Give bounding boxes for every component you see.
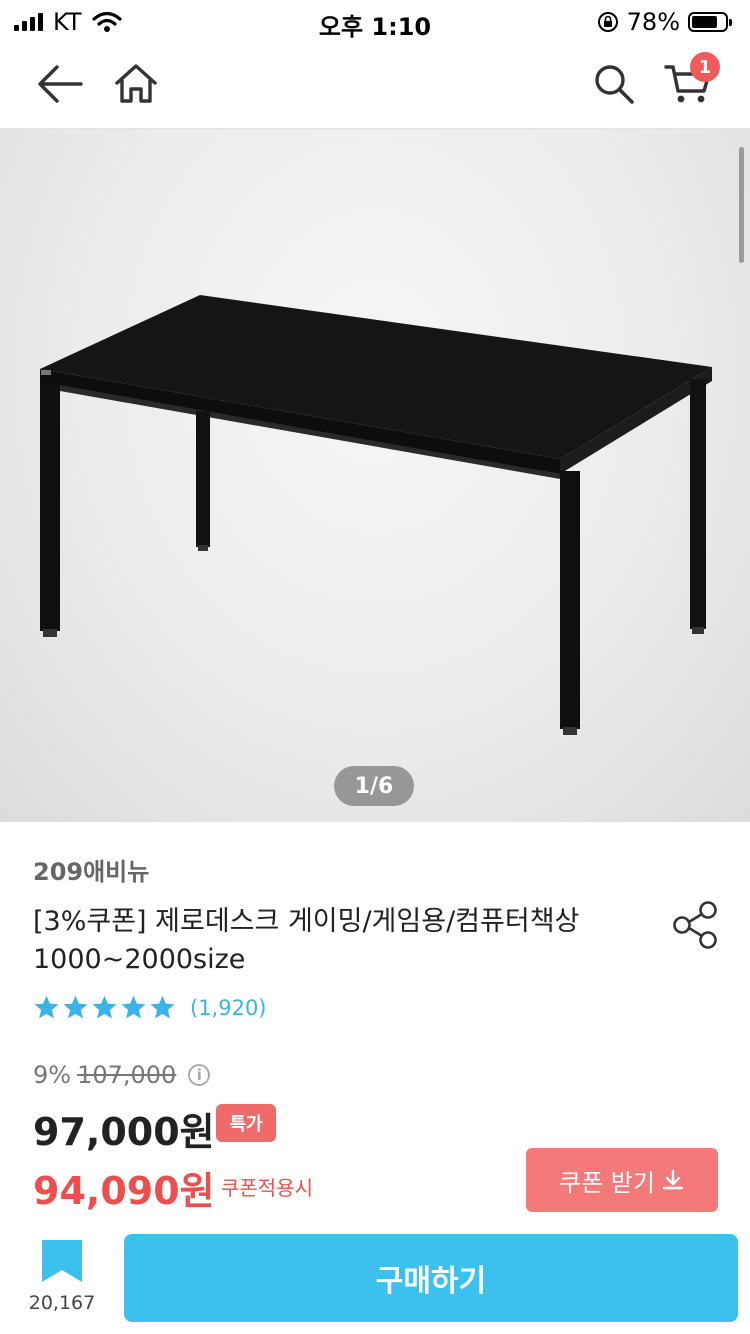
cart-button[interactable]: 1 xyxy=(658,52,720,114)
back-button[interactable] xyxy=(30,54,90,114)
arrow-left-icon xyxy=(38,65,83,103)
search-icon xyxy=(595,65,634,104)
review-count[interactable]: (1,920) xyxy=(190,996,267,1020)
info-icon[interactable]: i xyxy=(188,1064,211,1086)
battery-icon xyxy=(688,12,732,32)
rating-stars xyxy=(33,994,176,1021)
image-pager: 1/6 xyxy=(334,766,414,806)
product-title-line1: [3%쿠폰] 제로데스크 게이밍/게임용/컴퓨터책상 xyxy=(33,906,580,937)
share-button[interactable] xyxy=(672,900,720,950)
star-icon xyxy=(63,995,88,1019)
coupon-price: 94,090원 xyxy=(33,1169,215,1213)
sale-price: 97,000원 xyxy=(33,1110,215,1154)
bookmark-count: 20,167 xyxy=(28,1292,96,1314)
product-title-line2: 1000~2000size xyxy=(33,944,246,975)
star-icon xyxy=(121,995,146,1019)
get-coupon-button[interactable]: 쿠폰 받기 xyxy=(526,1148,718,1212)
original-price-row: 9% 107,000 i xyxy=(33,1061,211,1089)
get-coupon-label: 쿠폰 받기 xyxy=(559,1168,655,1197)
special-badge: 특가 xyxy=(216,1104,276,1142)
orientation-lock-icon xyxy=(597,12,618,32)
product-image xyxy=(40,295,712,735)
home-button[interactable] xyxy=(106,54,166,114)
original-price: 107,000 xyxy=(77,1061,177,1089)
bookmark-icon xyxy=(42,1240,82,1282)
star-icon xyxy=(92,995,117,1019)
star-icon xyxy=(150,995,175,1019)
top-navigation: 1 xyxy=(0,42,750,129)
cart-count-badge: 1 xyxy=(690,52,720,82)
product-title: [3%쿠폰] 제로데스크 게이밍/게임용/컴퓨터책상 1000~2000size xyxy=(33,903,653,979)
share-icon xyxy=(673,901,717,949)
discount-rate: 9% xyxy=(33,1061,72,1089)
rating-summary[interactable]: (1,920) xyxy=(33,994,267,1021)
star-icon xyxy=(34,995,59,1019)
status-bar: KT 오후 1:10 78% xyxy=(0,0,750,42)
battery-percent: 78% xyxy=(626,8,680,36)
brand-name[interactable]: 209애비뉴 xyxy=(33,852,149,887)
search-button[interactable] xyxy=(584,54,644,114)
coupon-note: 쿠폰적용시 xyxy=(221,1176,313,1200)
bookmark-button[interactable]: 20,167 xyxy=(26,1238,98,1314)
buy-button[interactable]: 구매하기 xyxy=(124,1234,738,1322)
download-icon xyxy=(662,1169,684,1190)
home-icon xyxy=(115,64,157,103)
product-image-gallery[interactable]: 1/6 xyxy=(0,129,750,822)
gallery-scrollbar xyxy=(739,147,744,263)
